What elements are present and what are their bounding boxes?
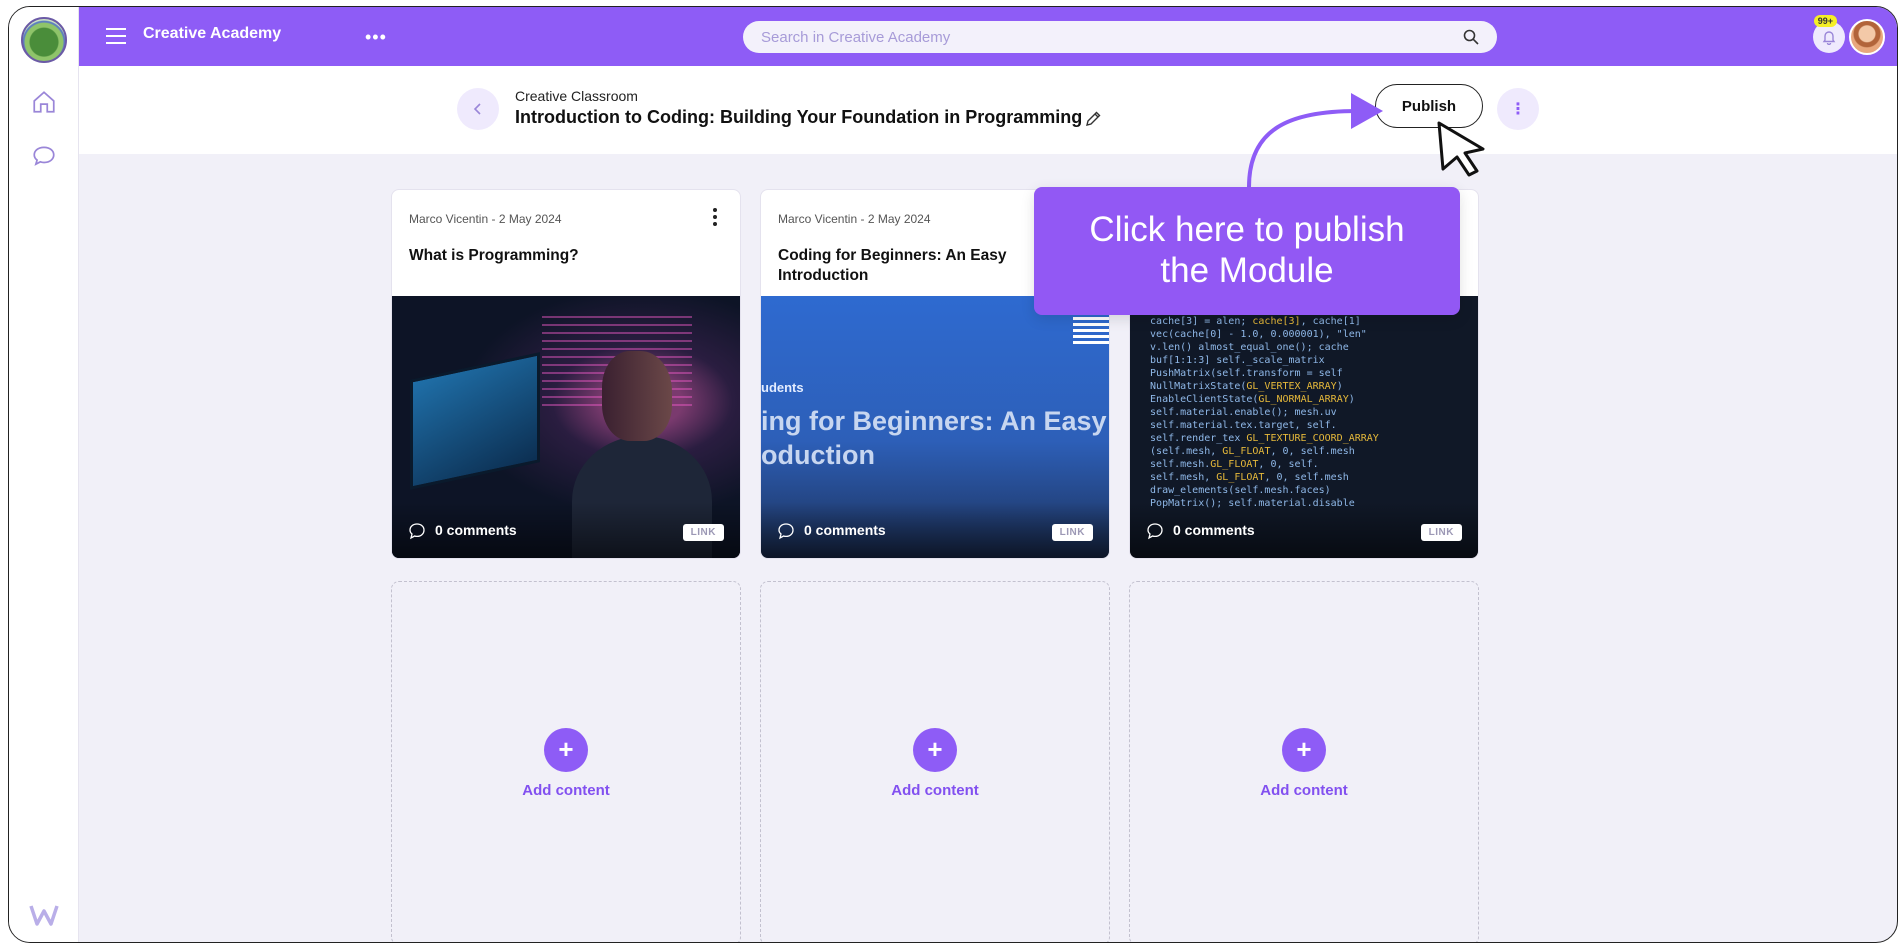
hamburger-menu-icon[interactable]: [105, 27, 127, 45]
comment-count[interactable]: 0 comments: [804, 522, 886, 538]
chevron-left-icon: [473, 103, 481, 115]
ibm-logo-icon: [1073, 310, 1109, 344]
academy-logo-icon[interactable]: [21, 17, 67, 63]
left-rail: [9, 7, 79, 942]
image-headline-line-2: oduction: [761, 440, 875, 470]
add-content-label[interactable]: Add content: [1130, 782, 1478, 799]
add-content-slot[interactable]: + Add content: [1129, 581, 1479, 942]
add-content-slot[interactable]: + Add content: [391, 581, 741, 942]
back-button[interactable]: [457, 88, 499, 130]
card-footer: 0 comments LINK: [761, 502, 1109, 558]
card-footer: 0 comments LINK: [392, 502, 740, 558]
bell-icon: [1822, 31, 1836, 45]
comment-icon: [778, 523, 794, 540]
card-meta: Marco Vicentin - 2 May 2024: [778, 212, 931, 226]
comment-count[interactable]: 0 comments: [1173, 522, 1255, 538]
comment-icon: [409, 523, 425, 540]
content-card[interactable]: Marco Vicentin - 2 May 2024 What is Prog…: [391, 189, 741, 559]
comment-count[interactable]: 0 comments: [435, 522, 517, 538]
mouse-pointer-icon: [1437, 121, 1485, 177]
add-content-label[interactable]: Add content: [761, 782, 1109, 799]
plus-icon[interactable]: +: [544, 728, 588, 772]
card-title: Coding for Beginners: An Easy Introducti…: [778, 247, 1007, 284]
comment-icon: [1147, 523, 1163, 540]
module-more-button[interactable]: ⋮: [1497, 88, 1539, 130]
search-input[interactable]: [761, 28, 1463, 46]
image-headline-line-1: ing for Beginners: An Easy: [761, 406, 1107, 436]
plus-icon[interactable]: +: [913, 728, 957, 772]
callout-line-2: the Module: [1160, 251, 1334, 290]
top-bar: Creative Academy ••• 99+: [79, 7, 1897, 66]
notification-badge: 99+: [1813, 15, 1837, 27]
module-header: Creative Classroom Introduction to Codin…: [79, 66, 1897, 154]
card-meta: Marco Vicentin - 2 May 2024: [409, 212, 562, 226]
image-caption: udents: [761, 380, 804, 395]
search-bar: [743, 21, 1497, 53]
app-frame: Creative Academy ••• 99+ Creative Classr…: [8, 6, 1898, 943]
add-content-slot[interactable]: + Add content: [760, 581, 1110, 942]
app-title: Creative Academy: [143, 25, 282, 42]
callout-arrow-icon: [1247, 93, 1383, 189]
home-icon[interactable]: [31, 89, 57, 115]
tutorial-callout: Click here to publish the Module: [1034, 187, 1460, 315]
search-icon[interactable]: [1463, 29, 1479, 45]
content-type-badge: LINK: [682, 524, 724, 541]
pencil-icon[interactable]: [1084, 110, 1102, 128]
image-headline: ing for Beginners: An Easy oduction: [761, 404, 1107, 472]
content-type-badge: LINK: [1420, 524, 1462, 541]
card-menu-icon[interactable]: [712, 208, 718, 228]
w-logo-icon: [29, 905, 59, 926]
callout-line-1: Click here to publish: [1089, 210, 1405, 249]
module-title: Introduction to Coding: Building Your Fo…: [515, 107, 1083, 127]
card-footer: 0 comments LINK: [1130, 502, 1478, 558]
content-type-badge: LINK: [1051, 524, 1093, 541]
card-title: What is Programming?: [409, 247, 579, 264]
more-options-icon[interactable]: •••: [365, 28, 387, 46]
module-breadcrumb[interactable]: Creative Classroom: [515, 88, 638, 104]
user-avatar[interactable]: [1849, 19, 1885, 55]
add-content-label[interactable]: Add content: [392, 782, 740, 799]
chat-icon[interactable]: [31, 143, 57, 169]
plus-icon[interactable]: +: [1282, 728, 1326, 772]
